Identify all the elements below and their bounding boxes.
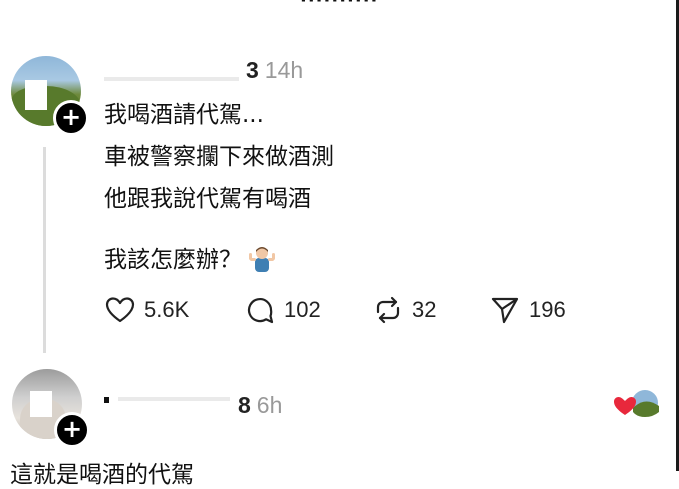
- reply-header: 8 6h: [238, 392, 282, 419]
- comment-icon: [247, 298, 274, 324]
- post-actions: 5.6K 102 32 196: [104, 294, 584, 326]
- send-icon: [491, 297, 519, 324]
- post-line-4-wrap: 我該怎麼辦？: [104, 244, 276, 272]
- share-count: 196: [529, 297, 566, 322]
- username-suffix[interactable]: 3: [246, 57, 259, 83]
- like-count: 5.6K: [144, 297, 190, 322]
- reply-username-suffix[interactable]: 8: [238, 392, 251, 418]
- repost-count: 32: [412, 297, 437, 322]
- repost-icon: [376, 296, 400, 324]
- username-redacted-dot: [104, 397, 109, 403]
- post-time: 14h: [264, 57, 304, 83]
- username-redacted: [104, 77, 239, 81]
- liked-by-author-badge: [613, 386, 663, 420]
- clipped-header-text: ··········: [300, 0, 379, 11]
- post-line-3: 他跟我說代駕有喝酒: [104, 186, 311, 212]
- thread-line: [43, 147, 46, 353]
- man-shrugging-icon: [248, 244, 276, 272]
- like-button[interactable]: 5.6K: [104, 294, 189, 326]
- post-line-2: 車被警察攔下來做酒測: [104, 144, 334, 170]
- reply-text: 這就是喝酒的代駕: [10, 462, 194, 488]
- post-line-1: 我喝酒請代駕...: [104, 102, 264, 128]
- username-redacted: [118, 397, 230, 401]
- post-line-4: 我該怎麼辦？: [104, 247, 242, 273]
- avatar-redaction: [25, 80, 47, 110]
- reply-button[interactable]: 102: [244, 294, 321, 326]
- avatar-redaction: [30, 391, 52, 417]
- post-header: 3 14h: [246, 57, 303, 84]
- heart-icon: [105, 297, 135, 323]
- reply-count: 102: [284, 297, 321, 322]
- repost-button[interactable]: 32: [372, 294, 436, 326]
- share-button[interactable]: 196: [489, 294, 566, 326]
- follow-plus-icon[interactable]: +: [53, 100, 89, 136]
- reply-follow-plus-icon[interactable]: +: [54, 412, 90, 448]
- reply-time: 6h: [256, 392, 283, 418]
